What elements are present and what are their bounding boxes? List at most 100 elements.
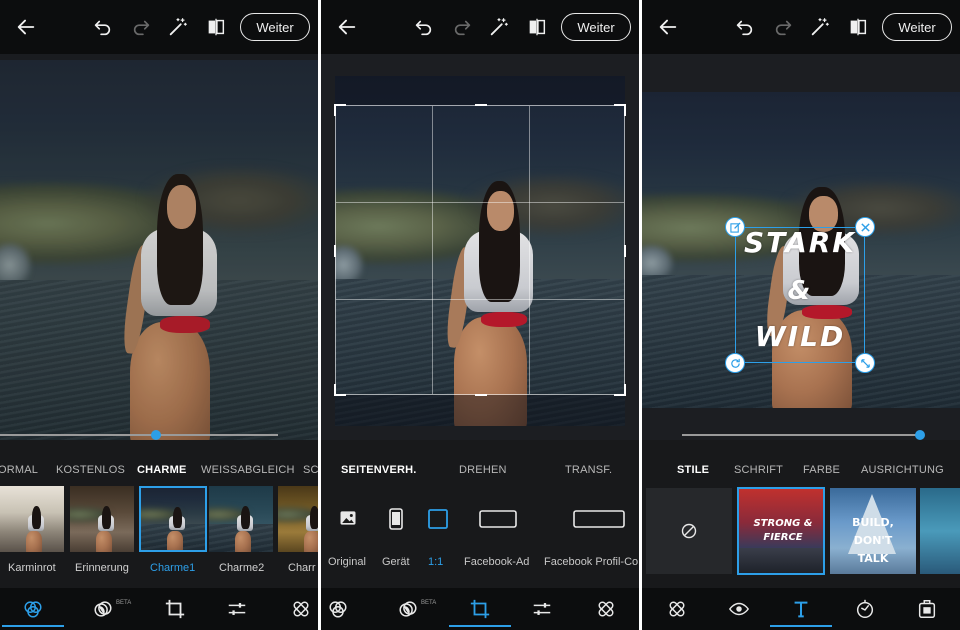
slider-thumb[interactable]: [150, 430, 161, 440]
looks-icon[interactable]: [20, 596, 46, 622]
close-icon[interactable]: [855, 217, 875, 237]
edit-text-icon[interactable]: [725, 217, 745, 237]
magic-wand-icon[interactable]: [487, 15, 511, 39]
crop-handle-top[interactable]: [475, 104, 487, 106]
crop-icon[interactable]: [467, 596, 493, 622]
tab-charme[interactable]: CHARME: [137, 464, 186, 476]
bottom-toolbar: BETA: [321, 588, 639, 630]
filter-tabs: ORMAL KOSTENLOS CHARME WEISSABGLEICH SC: [0, 456, 318, 484]
tab-schrift[interactable]: SCHRIFT: [734, 464, 783, 476]
wide-rect-icon: [573, 510, 625, 528]
tab-seitenverh[interactable]: SEITENVERH.: [341, 464, 417, 476]
top-toolbar: Weiter: [642, 0, 960, 54]
filter-thumb-charme2[interactable]: [209, 486, 273, 552]
style-card-text: BUILD, DON'T TALK: [852, 516, 894, 565]
crop-handle-top-right[interactable]: [614, 104, 626, 116]
tab-weissabgleich[interactable]: WEISSABGLEICH: [201, 464, 295, 476]
redo-icon[interactable]: [451, 15, 475, 39]
looks-icon[interactable]: [325, 596, 351, 622]
crop-handle-left[interactable]: [334, 245, 336, 257]
style-build-dont-talk[interactable]: BUILD, DON'T TALK: [830, 488, 916, 574]
style-next[interactable]: [920, 488, 960, 574]
square-icon: [428, 509, 448, 529]
redo-icon[interactable]: [130, 15, 154, 39]
resize-icon[interactable]: [855, 353, 875, 373]
crop-handle-bottom[interactable]: [475, 394, 487, 396]
adjust-icon[interactable]: [224, 596, 250, 622]
photo-canvas[interactable]: [0, 54, 318, 440]
ratio-original[interactable]: [338, 508, 358, 528]
style-card-text: STRONG & FIERCE: [753, 518, 813, 543]
crop-handle-bottom-left[interactable]: [334, 384, 346, 396]
style-strong-fierce[interactable]: STRONG & FIERCE: [737, 487, 825, 575]
compare-icon[interactable]: [525, 15, 549, 39]
slider-thumb[interactable]: [915, 430, 925, 440]
crop-handle-right[interactable]: [624, 245, 626, 257]
filter-thumb-charr[interactable]: [278, 486, 318, 552]
filter-thumb-karminrot[interactable]: [0, 486, 64, 552]
text-icon[interactable]: [788, 596, 814, 622]
eye-icon[interactable]: [726, 596, 752, 622]
adjust-icon[interactable]: [529, 596, 555, 622]
ratio-geraet[interactable]: [387, 508, 405, 530]
compare-icon[interactable]: [846, 15, 870, 39]
panel-crop: Weiter SEITENVERH. DREHEN TRANSF. Origin…: [321, 0, 639, 630]
tab-transf[interactable]: TRANSF.: [565, 464, 612, 476]
filter-thumb-charme1[interactable]: [139, 486, 207, 552]
rotate-icon[interactable]: [725, 353, 745, 373]
undo-icon[interactable]: [411, 15, 435, 39]
style-presets: STRONG & FIERCE BUILD, DON'T TALK: [642, 487, 960, 576]
healing-icon[interactable]: [395, 596, 421, 622]
undo-icon[interactable]: [90, 15, 114, 39]
bandage-icon[interactable]: [664, 596, 690, 622]
compare-icon[interactable]: [204, 15, 228, 39]
beta-badge: BETA: [116, 600, 132, 606]
screenshot-collage: Weiter ORMAL KOSTENLOS CHARME WEISSABGLE…: [0, 0, 960, 630]
active-tool-indicator: [770, 625, 832, 627]
weiter-button[interactable]: Weiter: [561, 13, 631, 41]
sticker-icon[interactable]: [852, 596, 878, 622]
ratio-facebook-profil[interactable]: [573, 508, 625, 530]
opacity-slider[interactable]: [682, 434, 920, 436]
magic-wand-icon[interactable]: [808, 15, 832, 39]
ratio-label-facebook-profil: Facebook Profil-Co: [544, 556, 639, 568]
crop-icon[interactable]: [162, 596, 188, 622]
undo-icon[interactable]: [732, 15, 756, 39]
tab-drehen[interactable]: DREHEN: [459, 464, 507, 476]
style-none[interactable]: [646, 488, 732, 574]
tab-sc[interactable]: SC: [303, 464, 318, 476]
crop-canvas[interactable]: [321, 54, 639, 440]
top-toolbar: Weiter: [0, 0, 318, 54]
crop-handle-top-left[interactable]: [334, 104, 346, 116]
ratio-label-facebook-ad: Facebook-Ad: [464, 556, 530, 568]
crop-frame[interactable]: [334, 104, 626, 396]
filter-thumb-erinnerung[interactable]: [70, 486, 134, 552]
back-arrow-icon[interactable]: [14, 15, 38, 39]
redo-icon[interactable]: [772, 15, 796, 39]
back-arrow-icon[interactable]: [656, 15, 680, 39]
active-tool-indicator: [449, 625, 511, 627]
frame-icon[interactable]: [914, 596, 940, 622]
ratio-facebook-ad[interactable]: [479, 508, 517, 530]
overlay-line-wild: WILD: [754, 320, 846, 353]
tab-farbe[interactable]: FARBE: [803, 464, 840, 476]
tab-stile[interactable]: STILE: [677, 464, 709, 476]
bandage-icon[interactable]: [593, 596, 619, 622]
beta-badge: BETA: [421, 600, 437, 606]
tab-normal[interactable]: ORMAL: [0, 464, 38, 476]
back-arrow-icon[interactable]: [335, 15, 359, 39]
weiter-button[interactable]: Weiter: [882, 13, 952, 41]
bandage-icon[interactable]: [288, 596, 314, 622]
crop-tabs: SEITENVERH. DREHEN TRANSF.: [321, 456, 639, 484]
filter-label-charme2: Charme2: [219, 562, 265, 574]
tab-ausrichtung[interactable]: AUSRICHTUNG: [861, 464, 944, 476]
healing-icon[interactable]: [90, 596, 116, 622]
crop-handle-bottom-right[interactable]: [614, 384, 626, 396]
filter-thumbnails: Karminrot Erinnerung Charme1 Charme2 Cha…: [0, 486, 318, 578]
ratio-1-1[interactable]: [427, 508, 449, 530]
magic-wand-icon[interactable]: [166, 15, 190, 39]
tab-kostenlos[interactable]: KOSTENLOS: [56, 464, 125, 476]
intensity-slider[interactable]: [0, 434, 278, 436]
weiter-button[interactable]: Weiter: [240, 13, 310, 41]
ratio-label-original: Original: [328, 556, 366, 568]
